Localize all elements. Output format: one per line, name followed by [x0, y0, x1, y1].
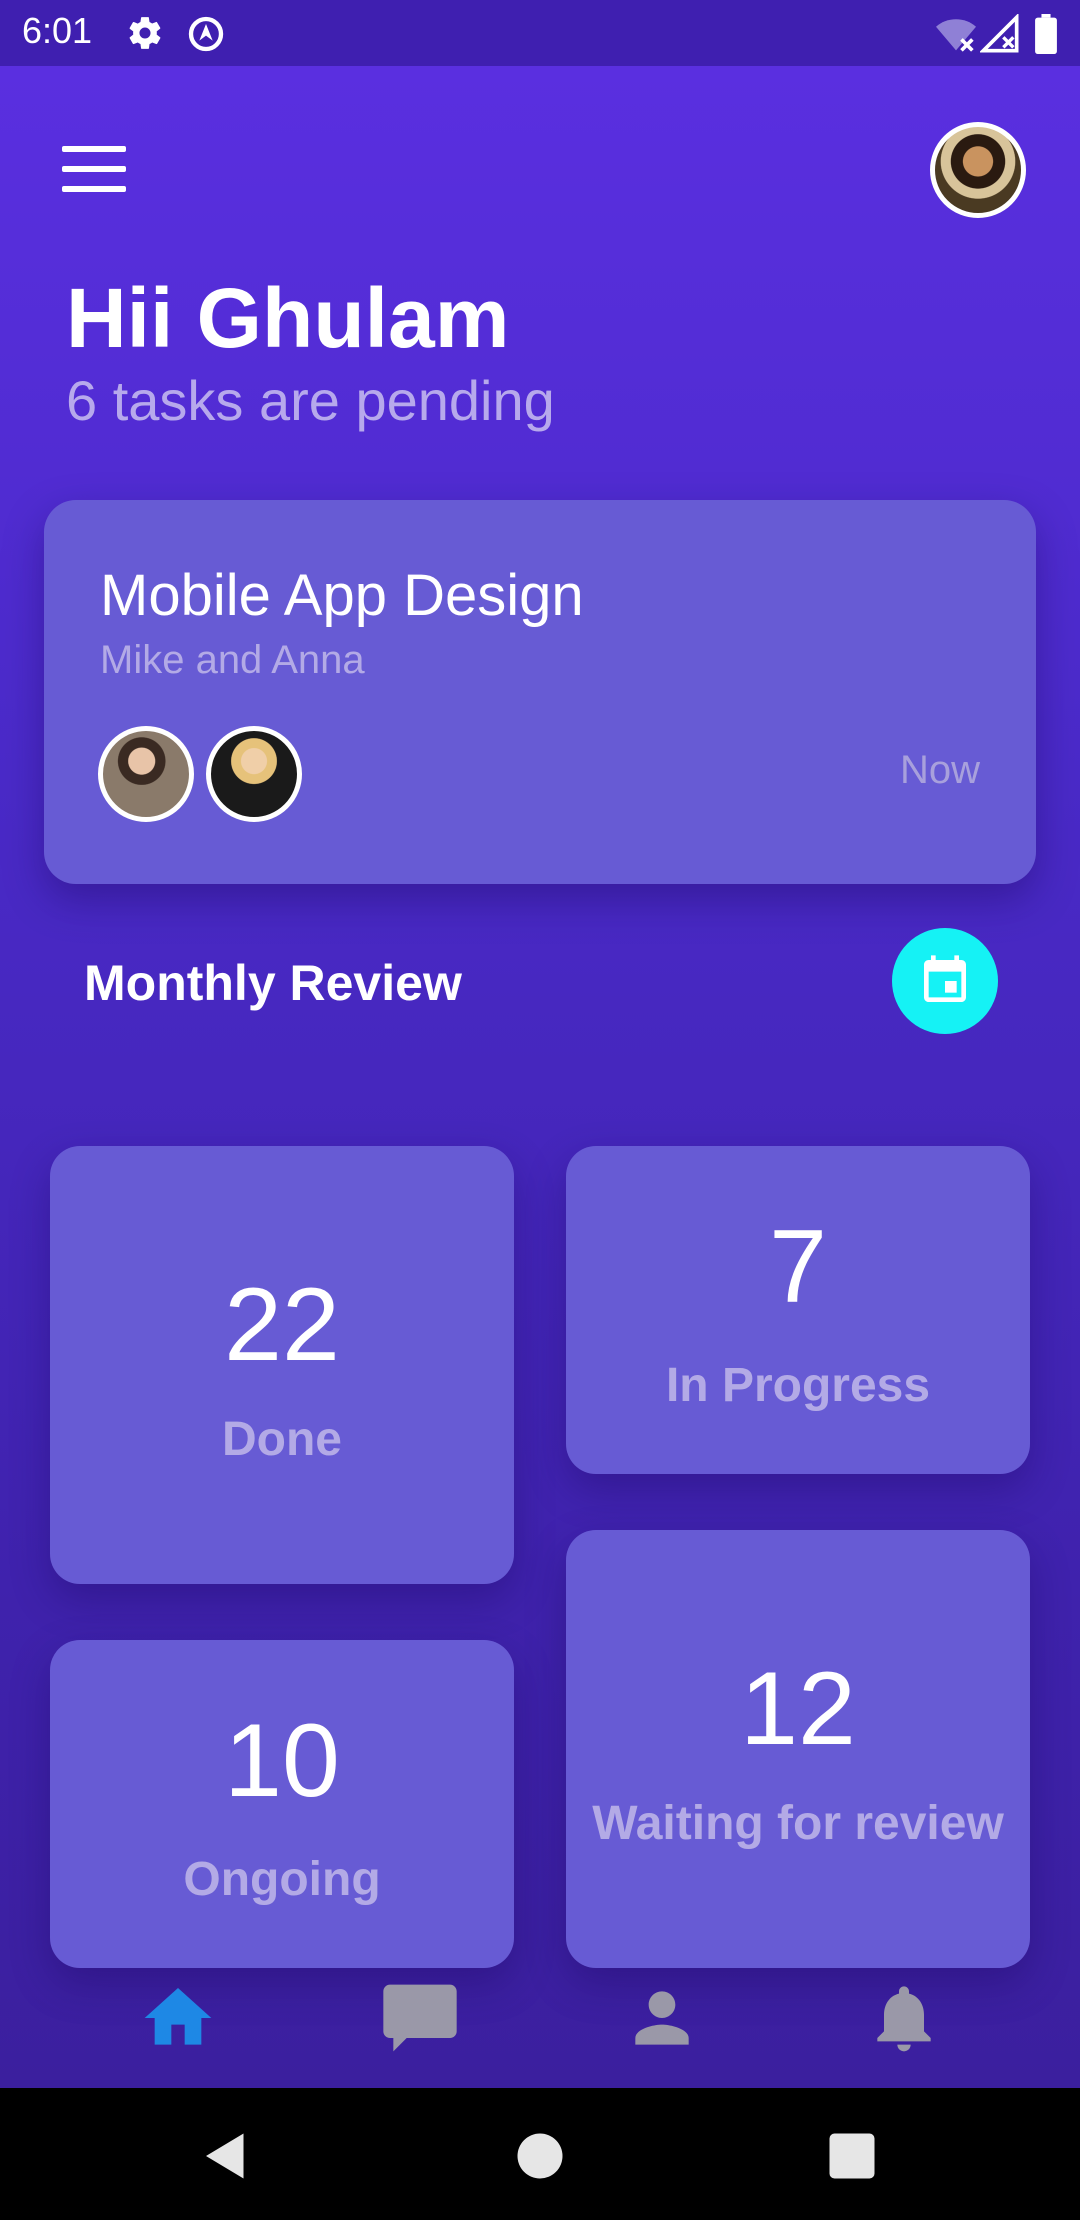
location-icon: [188, 16, 224, 52]
system-nav-bar: [0, 2088, 1080, 2220]
battery-icon: [1035, 14, 1057, 54]
project-time: Now: [899, 748, 980, 792]
stat-card-in-progress[interactable]: 7 In Progress: [566, 1146, 1030, 1474]
calendar-icon: [924, 955, 966, 1002]
pending-tasks-text: 6 tasks are pending: [66, 369, 555, 432]
bell-icon: [877, 1986, 931, 2052]
stat-value: 10: [224, 1703, 340, 1819]
nav-home[interactable]: [138, 1978, 218, 2058]
stat-label: Done: [222, 1413, 342, 1466]
app-screen: 6:01 Hii Ghulam 6 tasks are pending Mobi…: [0, 0, 1080, 2220]
status-time: 6:01: [22, 10, 93, 51]
nav-notifications[interactable]: [864, 1978, 944, 2058]
stat-value: 22: [224, 1267, 340, 1383]
greeting-title: Hii Ghulam: [66, 271, 510, 365]
home-circle-icon[interactable]: [510, 2126, 570, 2186]
monthly-review-title: Monthly Review: [84, 955, 462, 1011]
stat-card-ongoing[interactable]: 10 Ongoing: [50, 1640, 514, 1968]
wifi-off-icon: [936, 19, 976, 52]
member-avatar: [206, 726, 302, 822]
gear-icon: [129, 17, 161, 49]
home-screen: Hii Ghulam 6 tasks are pending Mobile Ap…: [0, 66, 1080, 2088]
person-icon: [635, 1991, 689, 2045]
project-members: Mike and Anna: [100, 638, 365, 682]
stat-label: Waiting for review: [592, 1797, 1004, 1850]
chat-icon: [383, 1984, 457, 2052]
stat-label: In Progress: [665, 1359, 931, 1412]
nav-chat[interactable]: [380, 1978, 460, 2058]
back-icon[interactable]: [196, 2126, 256, 2186]
stat-value: 12: [740, 1651, 856, 1767]
signal-icon: [980, 14, 1019, 53]
user-avatar[interactable]: [930, 122, 1026, 218]
stat-label: Ongoing: [183, 1853, 381, 1906]
stat-card-waiting-for-review[interactable]: 12 Waiting for review: [566, 1530, 1030, 1968]
stat-value: 7: [769, 1209, 827, 1325]
home-icon: [144, 1988, 212, 2045]
status-bar: 6:01: [0, 0, 1080, 66]
recents-icon[interactable]: [822, 2126, 882, 2186]
calendar-button[interactable]: [892, 928, 998, 1034]
nav-profile[interactable]: [622, 1978, 702, 2058]
menu-icon: [62, 146, 126, 152]
member-avatar: [98, 726, 194, 822]
menu-button[interactable]: [62, 146, 128, 200]
project-title: Mobile App Design: [100, 563, 584, 628]
project-card[interactable]: Mobile App Design Mike and Anna Now: [44, 500, 1036, 884]
stat-card-done[interactable]: 22 Done: [50, 1146, 514, 1584]
bottom-nav: [0, 1940, 1080, 2088]
